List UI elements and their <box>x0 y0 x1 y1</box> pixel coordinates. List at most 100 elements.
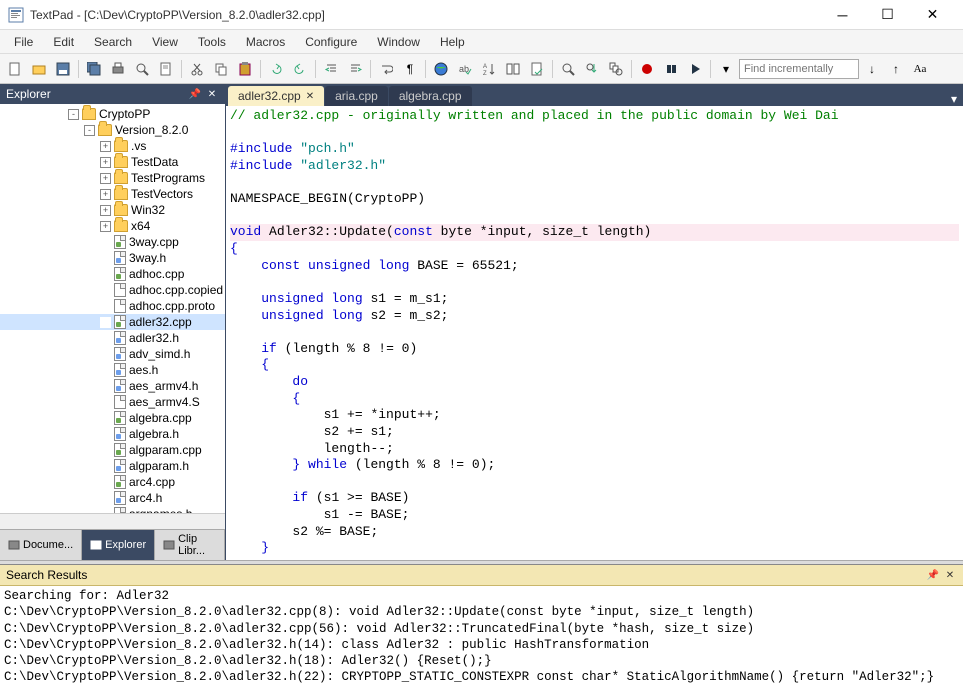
tree-file[interactable]: arc4.cpp <box>0 474 225 490</box>
tree-file[interactable]: adhoc.cpp.proto <box>0 298 225 314</box>
menu-file[interactable]: File <box>4 32 43 52</box>
menu-view[interactable]: View <box>142 32 188 52</box>
editor-tab[interactable]: aria.cpp <box>325 86 388 106</box>
code-editor[interactable]: // adler32.cpp - originally written and … <box>226 106 963 560</box>
expand-icon[interactable]: + <box>100 173 111 184</box>
menu-edit[interactable]: Edit <box>43 32 84 52</box>
show-paragraph-button[interactable]: ¶ <box>399 58 421 80</box>
tree-folder[interactable]: +Win32 <box>0 202 225 218</box>
find-next-button[interactable] <box>581 58 603 80</box>
open-file-button[interactable] <box>28 58 50 80</box>
find-in-files-button[interactable] <box>605 58 627 80</box>
browser-button[interactable] <box>430 58 452 80</box>
tree-file[interactable]: arc4.h <box>0 490 225 506</box>
collapse-icon[interactable]: - <box>84 125 95 136</box>
search-results-body[interactable]: Searching for: Adler32C:\Dev\CryptoPP\Ve… <box>0 586 963 693</box>
spellcheck-button[interactable]: ab <box>454 58 476 80</box>
cut-button[interactable] <box>186 58 208 80</box>
tree-file[interactable]: algebra.h <box>0 426 225 442</box>
stop-macro-button[interactable] <box>660 58 682 80</box>
match-case-button[interactable]: Aa <box>909 58 931 80</box>
record-macro-button[interactable] <box>636 58 658 80</box>
tree-file[interactable]: aes_armv4.h <box>0 378 225 394</box>
maximize-button[interactable]: ☐ <box>865 1 910 29</box>
search-result-line[interactable]: C:\Dev\CryptoPP\Version_8.2.0\adler32.cp… <box>4 621 959 637</box>
toolbar-dropdown-icon[interactable]: ▾ <box>715 58 737 80</box>
menu-help[interactable]: Help <box>430 32 475 52</box>
incremental-find-input[interactable] <box>739 59 859 79</box>
expand-icon[interactable]: + <box>100 141 111 152</box>
expand-icon[interactable]: + <box>100 157 111 168</box>
search-result-line[interactable]: Searching for: Adler32 <box>4 588 959 604</box>
sort-button[interactable]: AZ <box>478 58 500 80</box>
minimize-button[interactable]: ─ <box>820 1 865 29</box>
find-prev-button[interactable]: ↓ <box>861 58 883 80</box>
find-button[interactable] <box>557 58 579 80</box>
close-button[interactable]: ✕ <box>910 1 955 29</box>
run-tool-button[interactable] <box>526 58 548 80</box>
search-result-line[interactable]: C:\Dev\CryptoPP\Version_8.2.0\adler32.h(… <box>4 653 959 669</box>
search-result-line[interactable]: C:\Dev\CryptoPP\Version_8.2.0\adler32.h(… <box>4 637 959 653</box>
tree-file[interactable]: adhoc.cpp.copied <box>0 282 225 298</box>
menu-search[interactable]: Search <box>84 32 142 52</box>
expand-icon[interactable]: + <box>100 221 111 232</box>
menu-configure[interactable]: Configure <box>295 32 367 52</box>
side-tab[interactable]: Clip Libr... <box>155 530 225 560</box>
print-preview-button[interactable] <box>131 58 153 80</box>
panel-pin-icon[interactable]: 📌 <box>926 568 940 582</box>
save-all-button[interactable] <box>83 58 105 80</box>
tree-file[interactable]: adv_simd.h <box>0 346 225 362</box>
print-button[interactable] <box>107 58 129 80</box>
expand-icon[interactable]: + <box>100 205 111 216</box>
tree-folder[interactable]: +.vs <box>0 138 225 154</box>
tree-folder[interactable]: +TestVectors <box>0 186 225 202</box>
panel-close-icon[interactable]: ✕ <box>205 87 219 101</box>
tab-overflow-icon[interactable]: ▾ <box>945 92 963 106</box>
menu-tools[interactable]: Tools <box>188 32 236 52</box>
tree-folder[interactable]: +x64 <box>0 218 225 234</box>
file-tree[interactable]: -CryptoPP-Version_8.2.0+.vs+TestData+Tes… <box>0 104 225 513</box>
play-macro-button[interactable] <box>684 58 706 80</box>
expand-icon[interactable]: + <box>100 189 111 200</box>
tree-file[interactable]: algparam.cpp <box>0 442 225 458</box>
side-tab[interactable]: Docume... <box>0 530 82 560</box>
tree-file[interactable]: algebra.cpp <box>0 410 225 426</box>
new-file-button[interactable] <box>4 58 26 80</box>
find-next-arrow-button[interactable]: ↑ <box>885 58 907 80</box>
editor-tab[interactable]: adler32.cpp✕ <box>228 86 324 106</box>
save-button[interactable] <box>52 58 74 80</box>
word-wrap-button[interactable] <box>375 58 397 80</box>
tab-close-icon[interactable]: ✕ <box>306 91 314 102</box>
undo-button[interactable] <box>265 58 287 80</box>
editor-tab[interactable]: algebra.cpp <box>389 86 472 106</box>
panel-close-icon[interactable]: ✕ <box>943 568 957 582</box>
tree-file[interactable]: adhoc.cpp <box>0 266 225 282</box>
properties-button[interactable] <box>155 58 177 80</box>
tree-file[interactable]: adler32.h <box>0 330 225 346</box>
indent-left-button[interactable] <box>320 58 342 80</box>
side-tab[interactable]: Explorer <box>82 530 155 560</box>
tree-file[interactable]: algparam.h <box>0 458 225 474</box>
search-result-line[interactable]: C:\Dev\CryptoPP\Version_8.2.0\adler32.h(… <box>4 669 959 685</box>
tree-folder[interactable]: +TestPrograms <box>0 170 225 186</box>
menu-macros[interactable]: Macros <box>236 32 295 52</box>
panel-pin-icon[interactable]: 📌 <box>188 87 202 101</box>
tree-file[interactable]: adler32.cpp <box>0 314 225 330</box>
tree-file[interactable]: 3way.cpp <box>0 234 225 250</box>
tree-folder-root[interactable]: -CryptoPP <box>0 106 225 122</box>
search-result-line[interactable]: C:\Dev\CryptoPP\Version_8.2.0\adler32.cp… <box>4 604 959 620</box>
copy-button[interactable] <box>210 58 232 80</box>
compare-button[interactable] <box>502 58 524 80</box>
indent-right-button[interactable] <box>344 58 366 80</box>
tree-folder-version[interactable]: -Version_8.2.0 <box>0 122 225 138</box>
tree-file[interactable]: aes_armv4.S <box>0 394 225 410</box>
tree-folder[interactable]: +TestData <box>0 154 225 170</box>
collapse-icon[interactable]: - <box>68 109 79 120</box>
tree-file[interactable]: 3way.h <box>0 250 225 266</box>
explorer-scrollbar[interactable] <box>0 513 225 529</box>
paste-button[interactable] <box>234 58 256 80</box>
menu-window[interactable]: Window <box>367 32 430 52</box>
redo-button[interactable] <box>289 58 311 80</box>
tree-file[interactable]: aes.h <box>0 362 225 378</box>
tree-file[interactable]: argnames.h <box>0 506 225 513</box>
